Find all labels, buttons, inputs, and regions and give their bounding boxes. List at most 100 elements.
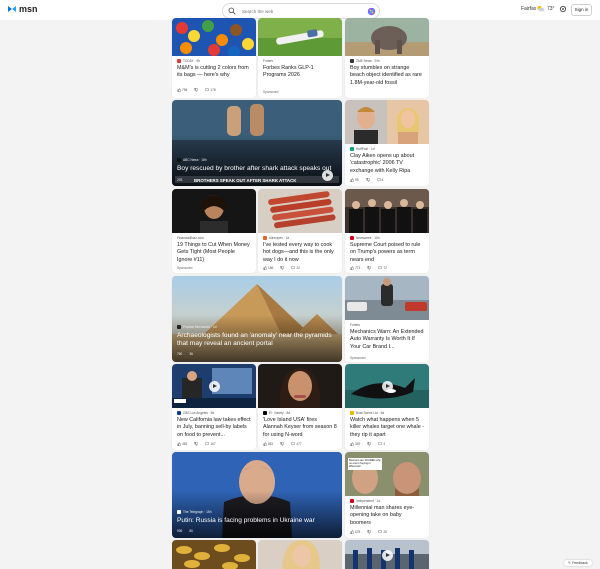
headline[interactable]: New California law takes effect in July,…	[177, 417, 251, 439]
news-card-gold[interactable]	[172, 540, 256, 569]
dislike-button[interactable]	[365, 178, 370, 182]
weather-widget[interactable]: 73°	[536, 5, 555, 12]
headline[interactable]: Supreme Court poised to rule on Trump's …	[350, 242, 424, 264]
shark-interview-image	[172, 100, 342, 186]
thumbs-down-icon	[367, 266, 372, 270]
headline[interactable]: 19 Things to Cut When Money Gets Tight (…	[177, 242, 251, 264]
gear-icon[interactable]	[559, 5, 567, 13]
news-card-killer-whales[interactable]: Boat Scene Ltd · 6d Watch what happens w…	[345, 364, 429, 450]
search-box[interactable]	[222, 3, 380, 19]
partly-cloudy-icon	[537, 6, 545, 12]
news-card-supreme-court[interactable]: Newsweek · 10h Supreme Court poised to r…	[345, 189, 429, 273]
reactions: 861 477	[263, 442, 302, 446]
play-icon[interactable]	[209, 381, 220, 392]
news-card-hot-dogs[interactable]: Allrecipes · 1d I've tested every way to…	[258, 189, 342, 273]
msn-logo[interactable]: msn	[7, 4, 38, 14]
news-card-putin[interactable]: The Telegraph · 15h Putin: Russia is fac…	[172, 452, 342, 538]
comment-button[interactable]: 167	[205, 442, 216, 446]
like-count[interactable]: 293	[177, 178, 182, 182]
news-card-forbes-glp1[interactable]: Forbes Forbes Ranks GLP-1 Programs 2026 …	[258, 18, 342, 98]
dislike-button[interactable]	[194, 88, 199, 92]
headline[interactable]: Boy stumbles on strange beach object ide…	[350, 65, 424, 87]
dislike-button[interactable]	[367, 442, 372, 446]
news-card-financial[interactable]: FinancialBuzz.com 19 Things to Cut When …	[172, 189, 256, 273]
video-caption: BROTHERS SPEAK OUT AFTER SHARK ATTACK	[194, 178, 297, 183]
comment-button[interactable]: 4	[376, 178, 383, 182]
comment-button[interactable]: 72	[378, 266, 387, 270]
headline[interactable]: I've tested every way to cook hot dogs—a…	[263, 242, 337, 264]
like-button[interactable]: 678	[350, 530, 360, 534]
headline[interactable]: Millennial man shares eye-opening take o…	[350, 505, 424, 527]
like-count[interactable]: 936	[177, 529, 182, 533]
news-card-parade[interactable]	[345, 540, 429, 569]
comment-button[interactable]: 477	[291, 442, 302, 446]
dislike-button[interactable]	[194, 442, 199, 446]
source-label: Forbes	[263, 59, 273, 63]
news-card-california-law[interactable]: CBS Los Angeles · 5d New California law …	[172, 364, 256, 450]
comment-button[interactable]: 4	[378, 442, 385, 446]
news-card-mechanics-warranty[interactable]: Forbes Mechanics Warn: An Extended Auto …	[345, 276, 429, 362]
news-card-blonde-woman[interactable]	[258, 540, 342, 569]
like-button[interactable]: 95	[350, 178, 359, 182]
thumbs-down-icon	[367, 442, 372, 446]
feedback-button[interactable]: ✎ Feedback	[564, 560, 592, 566]
source-label: Forbes	[350, 323, 360, 327]
like-button[interactable]: 483	[177, 442, 187, 446]
source-label: E!· Variety · 8d	[263, 411, 290, 415]
thumbs-up-icon	[350, 442, 354, 446]
news-card-mnm[interactable]: TODAY · 9h M&M's is cutting 2 colors fro…	[172, 18, 256, 98]
play-icon[interactable]	[322, 170, 333, 181]
dislike-button[interactable]	[280, 266, 285, 270]
thumbs-down-icon	[194, 88, 199, 92]
like-button[interactable]: 773	[350, 266, 360, 270]
dislike-button[interactable]	[367, 266, 372, 270]
news-card-shark-attack[interactable]: ABC News · 16h Boy rescued by brother af…	[172, 100, 342, 186]
dislike-button[interactable]	[280, 442, 285, 446]
comment-button[interactable]: 178	[205, 88, 216, 92]
zme-logo-icon	[350, 59, 354, 63]
news-card-pyramids[interactable]: Popular Mechanics · 1d Archaeologists fo…	[172, 276, 342, 362]
news-card-clay-aiken[interactable]: HuffPost · 1d Clay Aiken opens up about …	[345, 100, 429, 186]
search-input[interactable]	[240, 7, 362, 15]
comment-count[interactable]: 36	[189, 352, 193, 356]
headline[interactable]: Archaeologists found an 'anomaly' near t…	[177, 332, 337, 348]
headline[interactable]: Watch what happens when 5 killer whales …	[350, 417, 424, 439]
telegraph-logo-icon	[177, 510, 181, 514]
location-label[interactable]: Fairfax	[521, 6, 536, 12]
play-icon[interactable]	[382, 381, 393, 392]
headline[interactable]: Mechanics Warn: An Extended Auto Warrant…	[350, 329, 424, 351]
copilot-icon[interactable]	[367, 7, 376, 16]
headline[interactable]: 'Love Island USA' fires Alannah Keyser f…	[263, 417, 337, 439]
headline[interactable]: Forbes Ranks GLP-1 Programs 2026	[263, 65, 337, 80]
sign-in-button[interactable]: Sign in	[571, 4, 592, 16]
news-card-boy-fossil[interactable]: ZME News · 20h Boy stumbles on strange b…	[345, 18, 429, 98]
headline[interactable]: Clay Aiken opens up about 'catastrophic'…	[350, 153, 424, 175]
dislike-button[interactable]	[367, 530, 372, 534]
like-count[interactable]: 760	[177, 352, 182, 356]
comment-count[interactable]: 80	[189, 529, 193, 533]
like-button[interactable]: 798	[177, 88, 187, 92]
source-label: Allrecipes · 1d	[263, 236, 289, 240]
comment-icon	[291, 266, 296, 269]
headline[interactable]: Putin: Russia is facing problems in Ukra…	[177, 517, 337, 525]
source-label: Independent · 1d	[350, 499, 380, 503]
play-icon[interactable]	[382, 550, 393, 561]
like-button[interactable]: 186	[263, 266, 273, 270]
like-button[interactable]: 349	[350, 442, 360, 446]
headline[interactable]: M&M's is cutting 2 colors from its bags …	[177, 65, 251, 80]
feedback-label: Feedback	[572, 561, 588, 565]
reactions: 936 80	[177, 529, 193, 533]
headline[interactable]: Boy rescued by brother after shark attac…	[177, 165, 337, 173]
comment-button[interactable]: 22	[291, 266, 300, 270]
news-card-love-island[interactable]: E!· Variety · 8d 'Love Island USA' fires…	[258, 364, 342, 450]
comment-button[interactable]: 26	[378, 530, 387, 534]
pen-injector-image	[258, 18, 342, 56]
reactions: 798 178	[177, 88, 216, 92]
news-card-millennial[interactable]: Boomers are SCARED why no one is buying …	[345, 452, 429, 538]
thumbs-up-icon	[177, 442, 181, 446]
thumbs-up-icon	[350, 266, 354, 270]
elephant-image	[345, 18, 429, 56]
independent-logo-icon	[350, 499, 354, 503]
like-button[interactable]: 861	[263, 442, 273, 446]
thumbs-up-icon	[263, 266, 267, 270]
